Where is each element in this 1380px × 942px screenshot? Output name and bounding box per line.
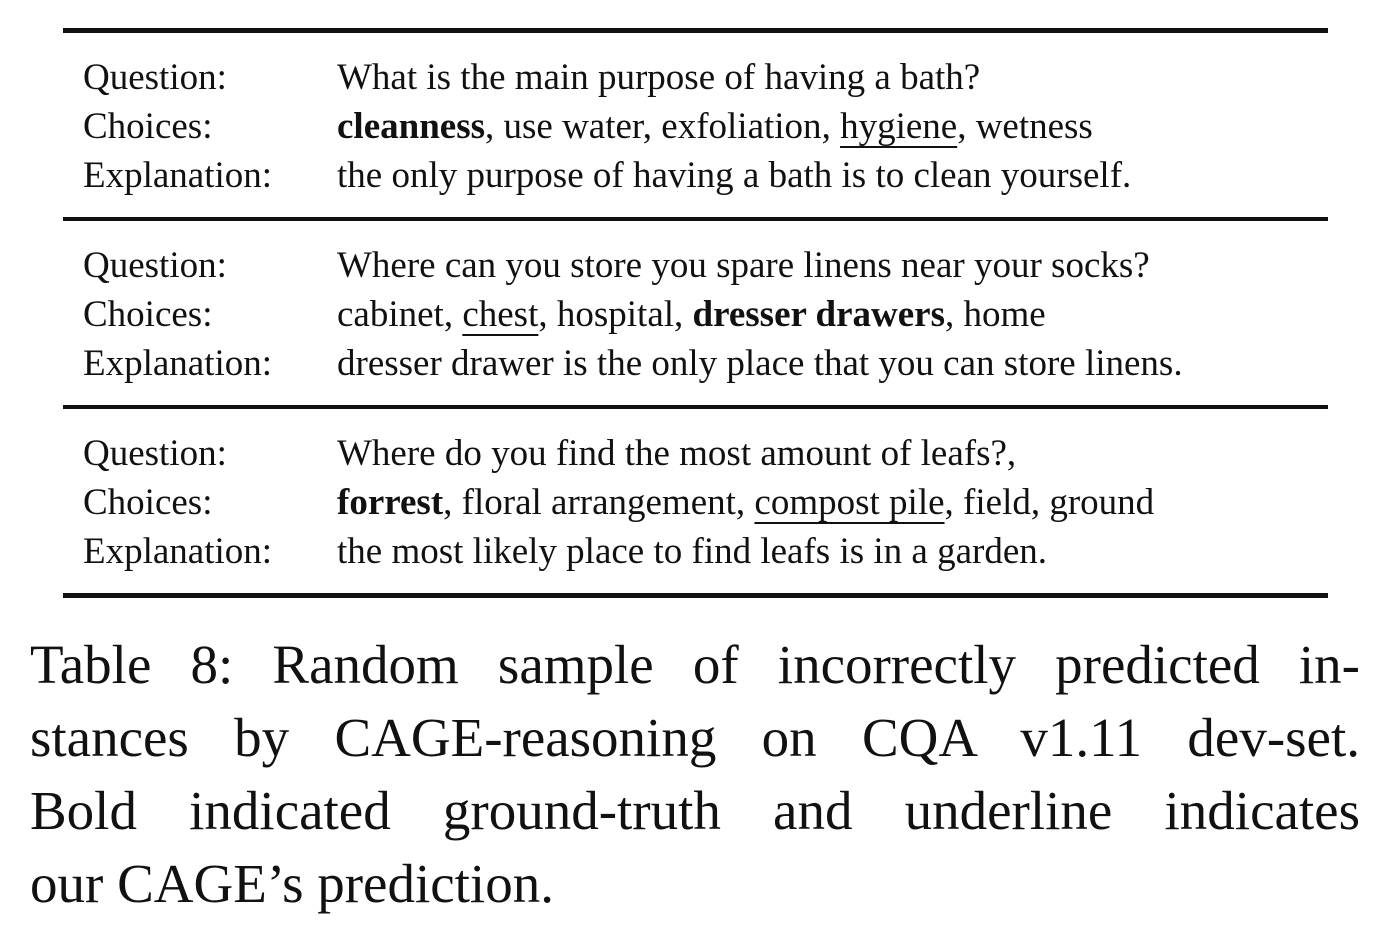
caption-line: stances by CAGE-reasoning on CQA v1.11 d…	[30, 707, 1360, 768]
question-label: Question:	[83, 433, 227, 474]
choices-list: cabinet, chest, hospital, dresser drawer…	[337, 294, 1046, 335]
choice-option: exfoliation	[661, 106, 822, 147]
choices-label: Choices:	[83, 482, 213, 523]
explanation-text: dresser drawer is the only place that yo…	[337, 343, 1183, 384]
caption-line: Table 8: Random sample of incorrectly pr…	[30, 634, 1360, 695]
choice-option: use water	[503, 106, 643, 147]
explanation-row: Explanation: dresser drawer is the only …	[83, 339, 1328, 388]
choices-label: Choices:	[83, 294, 213, 335]
choice-option: hospital	[556, 294, 675, 335]
results-table: Question: What is the main purpose of ha…	[63, 28, 1328, 598]
table-bottom-rule	[63, 593, 1328, 598]
choice-option: chest	[462, 294, 539, 335]
choice-option: forrest	[337, 482, 444, 523]
choice-option: compost pile	[754, 482, 945, 523]
choices-row: Choices: forrest, floral arrangement, co…	[83, 478, 1328, 527]
question-row: Question: Where can you store you spare …	[83, 241, 1328, 290]
table-row-block: Question: Where do you find the most amo…	[63, 409, 1328, 593]
choice-option: hygiene	[840, 106, 958, 147]
caption-line: Bold indicated ground-truth and underlin…	[30, 780, 1360, 841]
choice-option: cleanness	[337, 106, 485, 147]
choices-list: forrest, floral arrangement, compost pil…	[337, 482, 1155, 523]
explanation-label: Explanation:	[83, 155, 273, 196]
choice-option: dresser drawers	[692, 294, 945, 335]
question-text: What is the main purpose of having a bat…	[337, 57, 981, 98]
explanation-label: Explanation:	[83, 531, 273, 572]
choice-option: field	[963, 482, 1031, 523]
caption-line: our CAGE’s prediction.	[30, 853, 554, 914]
choice-option: wetness	[975, 106, 1093, 147]
table-row-block: Question: Where can you store you spare …	[63, 221, 1328, 405]
explanation-text: the most likely place to find leafs is i…	[337, 531, 1047, 572]
question-text: Where do you find the most amount of lea…	[337, 433, 1017, 474]
choices-row: Choices: cleanness, use water, exfoliati…	[83, 102, 1328, 151]
explanation-label: Explanation:	[83, 343, 273, 384]
question-label: Question:	[83, 57, 227, 98]
choice-option: floral arrangement	[461, 482, 736, 523]
choices-label: Choices:	[83, 106, 213, 147]
choice-option: home	[963, 294, 1046, 335]
question-row: Question: Where do you find the most amo…	[83, 429, 1328, 478]
choices-list: cleanness, use water, exfoliation, hygie…	[337, 106, 1093, 147]
table-caption: Table 8: Random sample of incorrectly pr…	[30, 628, 1360, 920]
question-text: Where can you store you spare linens nea…	[337, 245, 1150, 286]
table-row-block: Question: What is the main purpose of ha…	[63, 33, 1328, 217]
choice-option: ground	[1049, 482, 1155, 523]
question-label: Question:	[83, 245, 227, 286]
explanation-row: Explanation: the only purpose of having …	[83, 151, 1328, 200]
choices-row: Choices: cabinet, chest, hospital, dress…	[83, 290, 1328, 339]
question-row: Question: What is the main purpose of ha…	[83, 53, 1328, 102]
choice-option: cabinet	[337, 294, 444, 335]
explanation-row: Explanation: the most likely place to fi…	[83, 527, 1328, 576]
explanation-text: the only purpose of having a bath is to …	[337, 155, 1132, 196]
